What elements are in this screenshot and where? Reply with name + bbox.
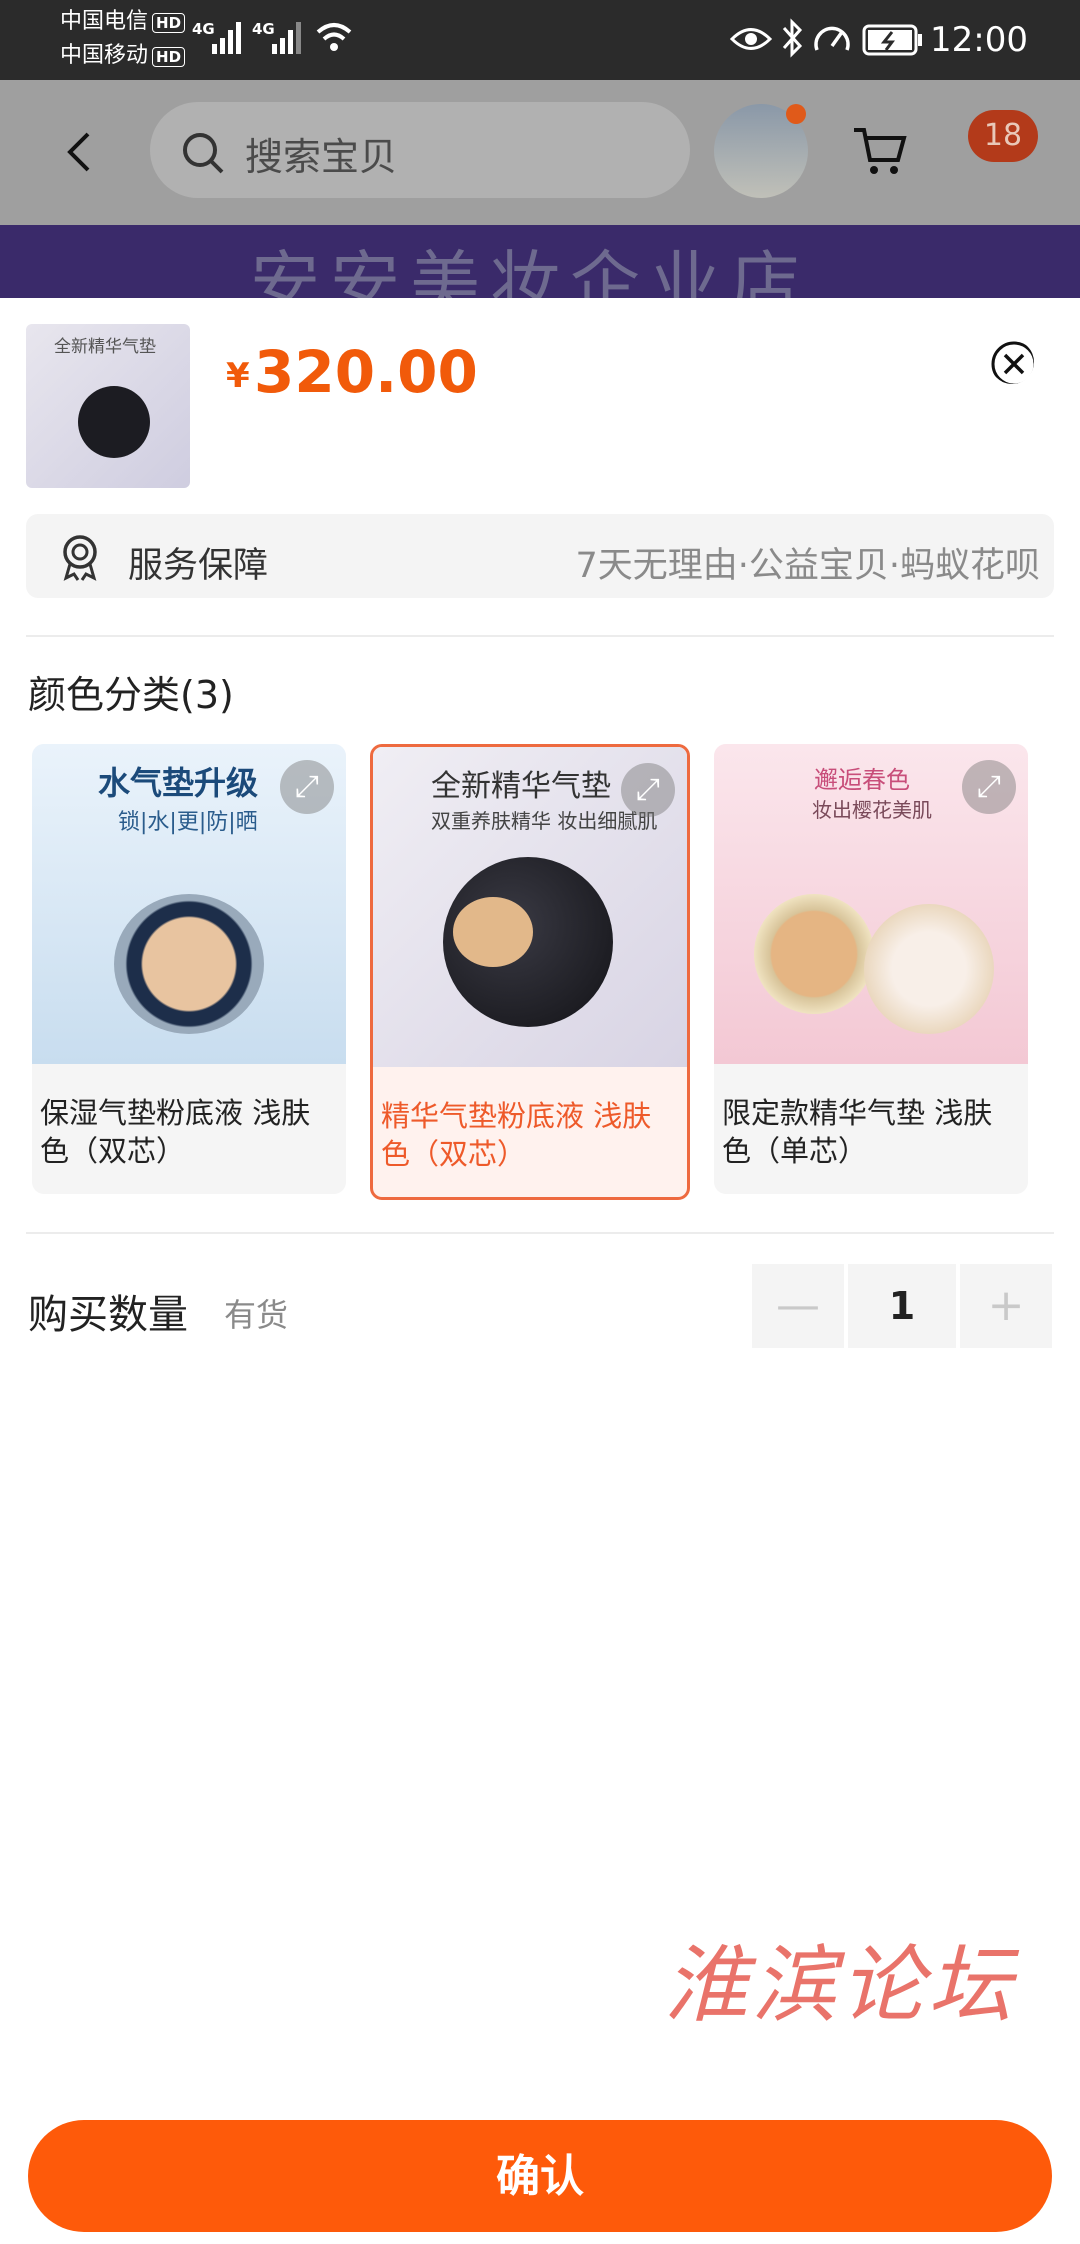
- color-option-2-label: 精华气垫粉底液 浅肤色（双芯）: [381, 1099, 652, 1171]
- cushion-puff: [453, 897, 533, 967]
- product-thumbnail[interactable]: 全新精华气垫: [26, 324, 190, 488]
- cart-badge: 18: [968, 110, 1038, 162]
- cushion-product: [114, 894, 264, 1034]
- badge-icon: [63, 535, 97, 581]
- option-3-image-title: 邂逅春色: [814, 766, 910, 794]
- carrier-1-label: 中国电信: [60, 9, 149, 34]
- quantity-decrease-button[interactable]: —: [752, 1264, 844, 1348]
- expand-icon[interactable]: ⤢: [962, 760, 1016, 814]
- notification-dot: [786, 104, 806, 124]
- color-option-3[interactable]: 邂逅春色 妆出樱花美肌 ⤢ 限定款精华气垫 浅肤色（单芯）: [714, 744, 1028, 1194]
- cushion-lid: [864, 904, 994, 1034]
- close-icon[interactable]: [990, 340, 1034, 384]
- confirm-button[interactable]: 确认: [28, 2120, 1052, 2232]
- price-symbol: ¥: [226, 356, 250, 396]
- clock: 12:00: [930, 20, 1028, 60]
- eye-icon: [730, 28, 772, 50]
- watermark: 淮滨论坛: [664, 1936, 1017, 2034]
- expand-icon[interactable]: ⤢: [621, 763, 675, 817]
- wifi-icon: [316, 23, 352, 51]
- color-option-1[interactable]: 水气垫升级 锁|水|更|防|晒 ⤢ 保湿气垫粉底液 浅肤色（双芯）: [32, 744, 346, 1194]
- expand-icon[interactable]: ⤢: [280, 760, 334, 814]
- quantity-label: 购买数量: [28, 1292, 188, 1338]
- cart-icon[interactable]: [852, 124, 908, 180]
- stock-status: 有货: [224, 1296, 289, 1334]
- hd-badge: HD: [152, 47, 186, 67]
- carrier-2: 中国移动 HD: [60, 42, 186, 70]
- status-bar: 中国电信 HD 中国移动 HD 4G 4G 12:00: [0, 0, 1080, 80]
- thumbnail-title: 全新精华气垫: [54, 337, 156, 357]
- cushion-compact: [78, 386, 150, 458]
- search-input[interactable]: 搜索宝贝: [245, 126, 397, 181]
- option-3-image-subtitle: 妆出樱花美肌: [812, 798, 932, 822]
- search-icon: [183, 133, 224, 174]
- bluetooth-icon: [782, 18, 803, 58]
- quantity-increase-button[interactable]: +: [960, 1264, 1052, 1348]
- option-2-image-subtitle: 双重养肤精华 妆出细腻肌: [431, 809, 658, 833]
- service-value: 7天无理由·公益宝贝·蚂蚁花呗: [575, 546, 1040, 586]
- hd-badge: HD: [152, 13, 186, 33]
- carrier-2-label: 中国移动: [60, 43, 149, 68]
- cushion-product: [754, 894, 874, 1014]
- color-option-1-label: 保湿气垫粉底液 浅肤色（双芯）: [40, 1096, 311, 1168]
- signal-icon: [212, 22, 241, 54]
- divider: [26, 635, 1054, 637]
- option-2-image-title: 全新精华气垫: [431, 769, 611, 804]
- color-option-3-label: 限定款精华气垫 浅肤色（单芯）: [722, 1096, 993, 1168]
- search-bar[interactable]: [150, 102, 690, 198]
- divider: [26, 1232, 1054, 1234]
- signal-icon-2: [272, 22, 301, 54]
- option-1-image-title: 水气垫升级: [98, 764, 259, 802]
- product-price: 320.00: [254, 338, 478, 406]
- color-section-title: 颜色分类(3): [28, 673, 234, 717]
- option-1-image-subtitle: 锁|水|更|防|晒: [118, 810, 258, 835]
- back-icon[interactable]: [60, 130, 100, 174]
- battery-icon: [862, 24, 922, 56]
- color-option-2[interactable]: 全新精华气垫 双重养肤精华 妆出细腻肌 ⤢ 精华气垫粉底液 浅肤色（双芯）: [370, 744, 690, 1200]
- quantity-input[interactable]: 1: [848, 1264, 956, 1348]
- service-label: 服务保障: [128, 546, 269, 586]
- speed-icon: [814, 26, 850, 51]
- carrier-1: 中国电信 HD: [60, 8, 186, 36]
